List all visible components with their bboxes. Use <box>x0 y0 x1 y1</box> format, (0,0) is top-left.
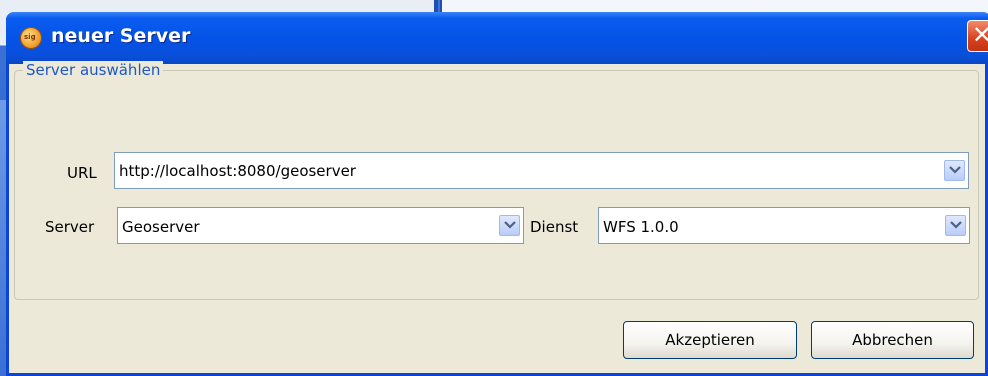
url-combobox[interactable]: http://localhost:8080/geoserver <box>114 152 969 189</box>
title-bar[interactable]: sig neuer Server ✕ <box>6 12 988 64</box>
close-button[interactable]: ✕ <box>967 20 988 52</box>
server-label: Server <box>45 218 95 236</box>
accept-button[interactable]: Akzeptieren <box>623 321 797 359</box>
dienst-value[interactable]: WFS 1.0.0 <box>603 218 679 236</box>
close-icon: ✕ <box>971 21 988 49</box>
dienst-label: Dienst <box>530 218 579 236</box>
server-combobox[interactable]: Geoserver <box>117 207 524 244</box>
server-dropdown-button[interactable] <box>499 215 520 236</box>
chevron-down-icon <box>504 221 516 229</box>
dienst-dropdown-button[interactable] <box>945 215 966 236</box>
url-dropdown-button[interactable] <box>944 160 965 181</box>
url-label: URL <box>67 164 97 182</box>
cancel-button[interactable]: Abbrechen <box>811 321 974 359</box>
chevron-down-icon <box>949 166 961 174</box>
chevron-down-icon <box>950 221 962 229</box>
dienst-combobox[interactable]: WFS 1.0.0 <box>598 207 970 244</box>
dialog-title: neuer Server <box>51 25 191 47</box>
app-icon: sig <box>20 27 42 49</box>
group-legend: Server auswählen <box>23 61 164 79</box>
server-value[interactable]: Geoserver <box>122 218 200 236</box>
url-value[interactable]: http://localhost:8080/geoserver <box>119 162 356 180</box>
